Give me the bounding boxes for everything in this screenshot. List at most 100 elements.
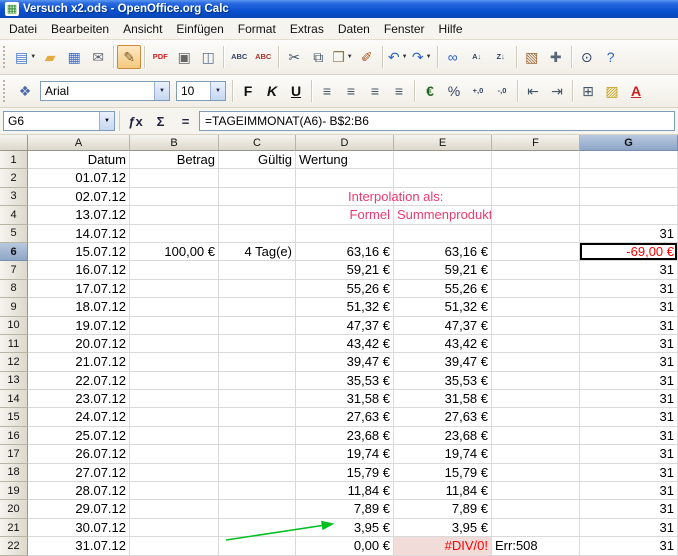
increase-indent-button[interactable]: ⇥ [545,79,569,103]
cell-f18[interactable] [492,464,580,482]
cell-e4[interactable]: Summenprodukt [394,206,492,224]
cell-g18[interactable]: 31 [580,464,678,482]
styles-window-button[interactable]: ❖ [13,79,37,103]
cell-c14[interactable] [219,390,296,408]
cell-d13[interactable]: 35,53 € [296,372,394,390]
cell-d11[interactable]: 43,42 € [296,335,394,353]
cell-c3[interactable] [219,188,296,206]
cell-d18[interactable]: 15,79 € [296,464,394,482]
cell-g15[interactable]: 31 [580,408,678,426]
cell-f4[interactable] [492,206,580,224]
font-name-combo[interactable]: Arial▼ [40,81,170,101]
cell-d6[interactable]: 63,16 € [296,243,394,261]
cell-f3[interactable] [492,188,580,206]
format-currency-button[interactable]: € [418,79,442,103]
row-header-3[interactable]: 3 [0,188,28,206]
cell-f14[interactable] [492,390,580,408]
menu-item-fenster[interactable]: Fenster [377,19,432,39]
cell-g5[interactable]: 31 [580,225,678,243]
cell-a7[interactable]: 16.07.12 [28,261,130,279]
cell-d15[interactable]: 27,63 € [296,408,394,426]
row-header-12[interactable]: 12 [0,353,28,371]
cell-e5[interactable] [394,225,492,243]
underline-button[interactable]: U [284,79,308,103]
borders-button[interactable]: ⊞ [576,79,600,103]
row-header-9[interactable]: 9 [0,298,28,316]
cell-c6[interactable]: 4 Tag(e) [219,243,296,261]
save-document-button[interactable]: ▦ [62,45,86,69]
row-header-14[interactable]: 14 [0,390,28,408]
cell-f21[interactable] [492,519,580,537]
row-header-18[interactable]: 18 [0,464,28,482]
row-header-13[interactable]: 13 [0,372,28,390]
cell-a21[interactable]: 30.07.12 [28,519,130,537]
cell-f11[interactable] [492,335,580,353]
zoom-button[interactable]: ⊙ [575,45,599,69]
sum-button[interactable]: Σ [149,110,172,132]
cell-g8[interactable]: 31 [580,280,678,298]
delete-decimal-button[interactable]: -,0 [490,79,514,103]
cell-a3[interactable]: 02.07.12 [28,188,130,206]
cell-c13[interactable] [219,372,296,390]
cell-b7[interactable] [130,261,219,279]
gallery-button[interactable]: ▧ [520,45,544,69]
cell-b15[interactable] [130,408,219,426]
cell-a8[interactable]: 17.07.12 [28,280,130,298]
cell-a9[interactable]: 18.07.12 [28,298,130,316]
cell-c8[interactable] [219,280,296,298]
cut-button[interactable]: ✂ [282,45,306,69]
cell-d1[interactable]: Wertung [296,151,394,169]
add-decimal-button[interactable]: +,0 [466,79,490,103]
undo-dropdown-arrow[interactable]: ▼ [402,54,408,60]
cell-d19[interactable]: 11,84 € [296,482,394,500]
cell-e22[interactable]: #DIV/0! [394,537,492,555]
hyperlink-button[interactable]: ∞ [441,45,465,69]
cell-e8[interactable]: 55,26 € [394,280,492,298]
cell-f6[interactable] [492,243,580,261]
cell-g1[interactable] [580,151,678,169]
cell-g4[interactable] [580,206,678,224]
spellcheck-button[interactable]: ABC [227,45,251,69]
menu-item-einfugen[interactable]: Einfügen [169,19,230,39]
cell-g20[interactable]: 31 [580,500,678,518]
row-header-19[interactable]: 19 [0,482,28,500]
row-header-4[interactable]: 4 [0,206,28,224]
align-center-button[interactable]: ≡ [339,79,363,103]
cell-e20[interactable]: 7,89 € [394,500,492,518]
cell-f13[interactable] [492,372,580,390]
cell-g21[interactable]: 31 [580,519,678,537]
help-button[interactable]: ? [599,45,623,69]
italic-button[interactable]: K [260,79,284,103]
cell-d14[interactable]: 31,58 € [296,390,394,408]
cell-b4[interactable] [130,206,219,224]
cell-f19[interactable] [492,482,580,500]
row-header-8[interactable]: 8 [0,280,28,298]
cell-f10[interactable] [492,317,580,335]
function-wizard-button[interactable]: ƒx [124,110,147,132]
cell-a20[interactable]: 29.07.12 [28,500,130,518]
undo-button[interactable]: ↶▼ [386,45,410,69]
redo-button[interactable]: ↷▼ [410,45,434,69]
toolbar-drag-handle[interactable] [3,80,10,102]
navigator-button[interactable]: ✚ [544,45,568,69]
column-header-e[interactable]: E [394,135,492,151]
cell-d4[interactable]: Formel [296,206,394,224]
cell-d10[interactable]: 47,37 € [296,317,394,335]
cell-f7[interactable] [492,261,580,279]
new-document-button[interactable]: ▤▼ [13,45,38,69]
cell-g11[interactable]: 31 [580,335,678,353]
cell-b20[interactable] [130,500,219,518]
cell-c9[interactable] [219,298,296,316]
cell-e16[interactable]: 23,68 € [394,427,492,445]
formula-equals-button[interactable]: = [174,110,197,132]
cell-b5[interactable] [130,225,219,243]
menu-item-format[interactable]: Format [231,19,283,39]
cell-b22[interactable] [130,537,219,555]
cell-b10[interactable] [130,317,219,335]
cell-g16[interactable]: 31 [580,427,678,445]
cell-a11[interactable]: 20.07.12 [28,335,130,353]
cell-f20[interactable] [492,500,580,518]
cell-f15[interactable] [492,408,580,426]
cell-e21[interactable]: 3,95 € [394,519,492,537]
cell-c1[interactable]: Gültig [219,151,296,169]
